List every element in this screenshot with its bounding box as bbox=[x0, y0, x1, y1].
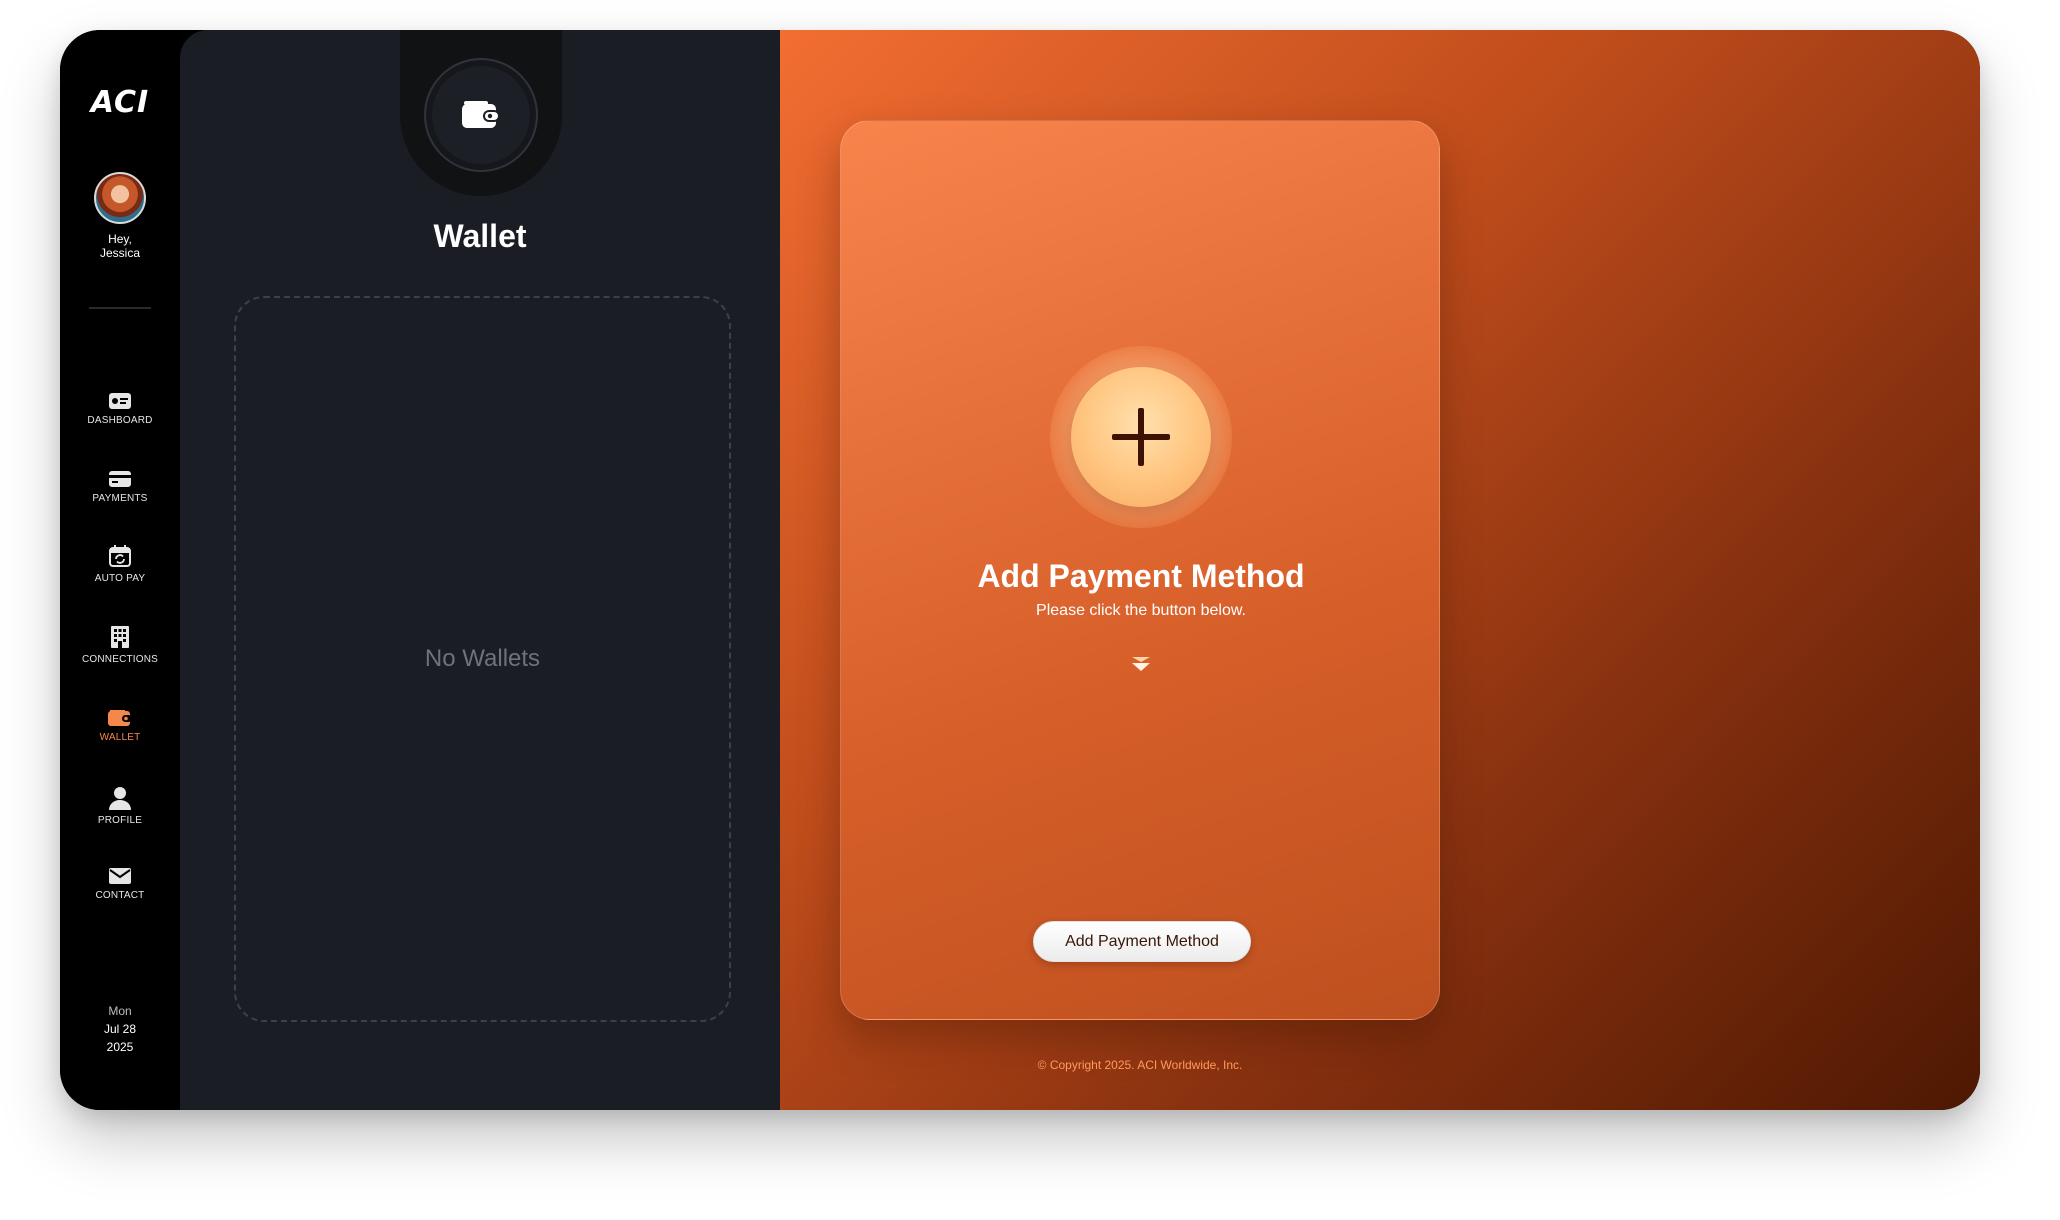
sidebar-item-profile[interactable]: PROFILE bbox=[60, 786, 180, 826]
envelope-icon bbox=[109, 868, 131, 884]
calendar-refresh-icon bbox=[109, 545, 131, 567]
sidebar-item-dashboard[interactable]: DASHBOARD bbox=[60, 392, 180, 426]
plus-icon bbox=[1112, 408, 1170, 466]
date-day: Mon bbox=[108, 1004, 132, 1018]
sidebar-item-contact[interactable]: CONTACT bbox=[60, 867, 180, 901]
sidebar-item-label: WALLET bbox=[99, 732, 141, 743]
sidebar: ACI Hey, Jessica DASHBOARD PAYMENTS AUTO… bbox=[60, 30, 190, 1110]
app-window: ACI Hey, Jessica DASHBOARD PAYMENTS AUTO… bbox=[60, 30, 1980, 1110]
add-payment-area: Add Payment Method Please click the butt… bbox=[780, 30, 1980, 1110]
avatar[interactable] bbox=[94, 172, 146, 224]
dashboard-card-icon bbox=[109, 393, 131, 409]
greeting-name: Jessica bbox=[99, 246, 140, 260]
wallet-badge bbox=[424, 58, 538, 172]
credit-card-icon bbox=[109, 471, 131, 487]
sidebar-item-payments[interactable]: PAYMENTS bbox=[60, 470, 180, 504]
sidebar-item-label: CONTACT bbox=[95, 890, 145, 901]
sidebar-item-label: PAYMENTS bbox=[92, 493, 148, 504]
add-payment-plus-button[interactable] bbox=[1071, 367, 1211, 507]
sidebar-item-label: DASHBOARD bbox=[87, 415, 153, 426]
add-payment-card: Add Payment Method Please click the butt… bbox=[840, 120, 1440, 1020]
sidebar-divider bbox=[89, 307, 151, 309]
wallet-panel: Wallet No Wallets bbox=[180, 30, 780, 1110]
wallet-icon bbox=[462, 101, 500, 128]
wallet-list-empty: No Wallets bbox=[234, 296, 731, 1022]
greeting-line1: Hey, bbox=[108, 232, 132, 246]
sidebar-item-auto-pay[interactable]: AUTO PAY bbox=[60, 544, 180, 584]
sidebar-item-wallet[interactable]: WALLET bbox=[60, 707, 180, 743]
building-icon bbox=[111, 626, 129, 648]
sidebar-item-label: PROFILE bbox=[97, 815, 143, 826]
empty-state-text: No Wallets bbox=[424, 645, 541, 672]
add-payment-title: Add Payment Method bbox=[977, 558, 1305, 594]
user-icon bbox=[109, 787, 131, 810]
copyright-text: © Copyright 2025. ACI Worldwide, Inc. bbox=[1037, 1058, 1243, 1072]
greeting: Hey, Jessica bbox=[60, 232, 180, 260]
wallet-icon bbox=[108, 710, 132, 726]
aci-logo[interactable]: ACI bbox=[60, 85, 180, 120]
sidebar-item-label: CONNECTIONS bbox=[81, 654, 159, 665]
sidebar-item-connections[interactable]: CONNECTIONS bbox=[60, 625, 180, 665]
sidebar-item-label: AUTO PAY bbox=[94, 573, 146, 584]
page-title: Wallet bbox=[433, 218, 527, 254]
add-payment-subtitle: Please click the button below. bbox=[1036, 602, 1246, 619]
current-date: Mon Jul 28 2025 bbox=[60, 1002, 180, 1056]
add-payment-method-button[interactable]: Add Payment Method bbox=[1033, 921, 1251, 962]
date-year: 2025 bbox=[106, 1040, 134, 1054]
double-chevron-down-icon bbox=[1132, 657, 1150, 671]
date-month-day: Jul 28 bbox=[103, 1022, 137, 1036]
